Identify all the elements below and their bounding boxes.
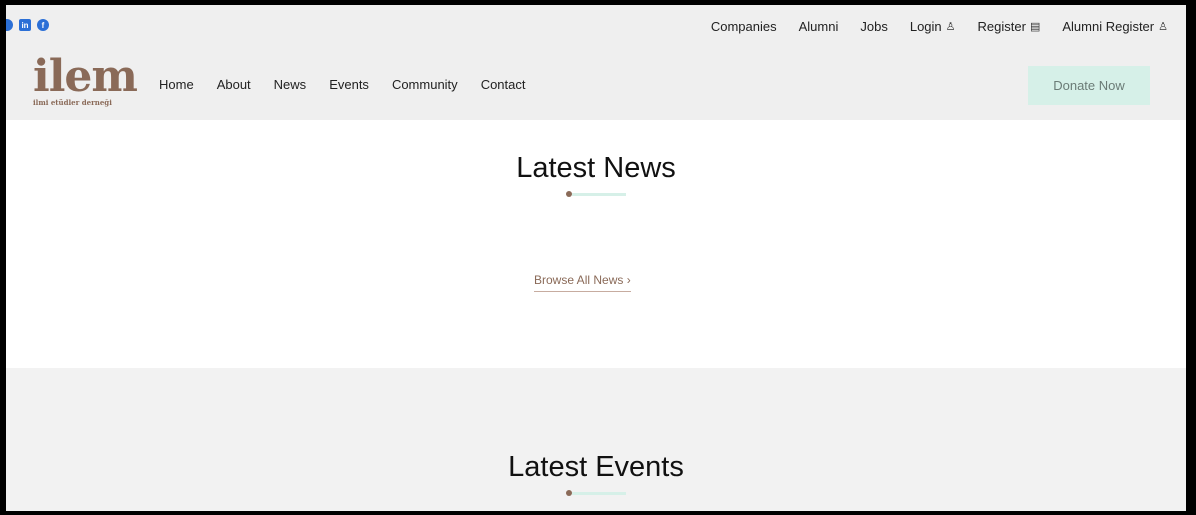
site-logo[interactable]: ilem ilmi etüdler derneği bbox=[33, 51, 138, 115]
main-nav: Home About News Events Community Contact bbox=[159, 77, 526, 92]
donate-button[interactable]: Donate Now bbox=[1028, 66, 1150, 105]
latest-news-title: Latest News bbox=[516, 152, 676, 184]
companies-link[interactable]: Companies bbox=[711, 19, 777, 34]
browser-viewport: in f Companies Alumni Jobs Login ♙ Regist… bbox=[6, 5, 1186, 511]
alumni-register-label: Alumni Register bbox=[1062, 19, 1155, 34]
nav-community[interactable]: Community bbox=[392, 77, 458, 92]
latest-events-section: Latest Events bbox=[6, 368, 1186, 511]
title-divider bbox=[566, 489, 626, 497]
divider-dot bbox=[566, 490, 572, 496]
main-header: ilem ilmi etüdler derneği Home About New… bbox=[6, 45, 1186, 120]
social-links: in f bbox=[6, 19, 49, 31]
alumni-register-link[interactable]: Alumni Register ♙ bbox=[1062, 19, 1168, 34]
logo-subtitle: ilmi etüdler derneği bbox=[33, 98, 112, 107]
nav-contact[interactable]: Contact bbox=[481, 77, 526, 92]
browse-all-news-link[interactable]: Browse All News › bbox=[534, 273, 631, 292]
nav-about[interactable]: About bbox=[217, 77, 251, 92]
nav-events[interactable]: Events bbox=[329, 77, 369, 92]
instagram-icon[interactable] bbox=[6, 19, 13, 31]
nav-home[interactable]: Home bbox=[159, 77, 194, 92]
jobs-link[interactable]: Jobs bbox=[860, 19, 887, 34]
logo-wordmark: ilem bbox=[33, 51, 138, 102]
title-divider bbox=[566, 190, 626, 198]
divider-line bbox=[572, 492, 626, 495]
user-icon: ♙ bbox=[945, 21, 956, 33]
register-label: Register bbox=[977, 19, 1026, 34]
latest-events-title: Latest Events bbox=[508, 451, 684, 483]
linkedin-icon[interactable]: in bbox=[19, 19, 31, 31]
latest-news-section: Latest News Browse All News › bbox=[6, 120, 1186, 368]
divider-dot bbox=[566, 191, 572, 197]
nav-news[interactable]: News bbox=[274, 77, 307, 92]
divider-line bbox=[572, 193, 626, 196]
login-label: Login bbox=[909, 19, 942, 34]
top-links: Companies Alumni Jobs Login ♙ Register ▤ A… bbox=[711, 19, 1168, 34]
facebook-icon[interactable]: f bbox=[37, 19, 49, 31]
alumni-link[interactable]: Alumni bbox=[799, 19, 839, 34]
login-link[interactable]: Login ♙ bbox=[910, 19, 956, 34]
building-icon: ▤ bbox=[1029, 21, 1041, 33]
register-link[interactable]: Register ▤ bbox=[978, 19, 1041, 34]
user-plus-icon: ♙ bbox=[1158, 21, 1168, 33]
top-bar: in f Companies Alumni Jobs Login ♙ Regist… bbox=[6, 5, 1186, 45]
